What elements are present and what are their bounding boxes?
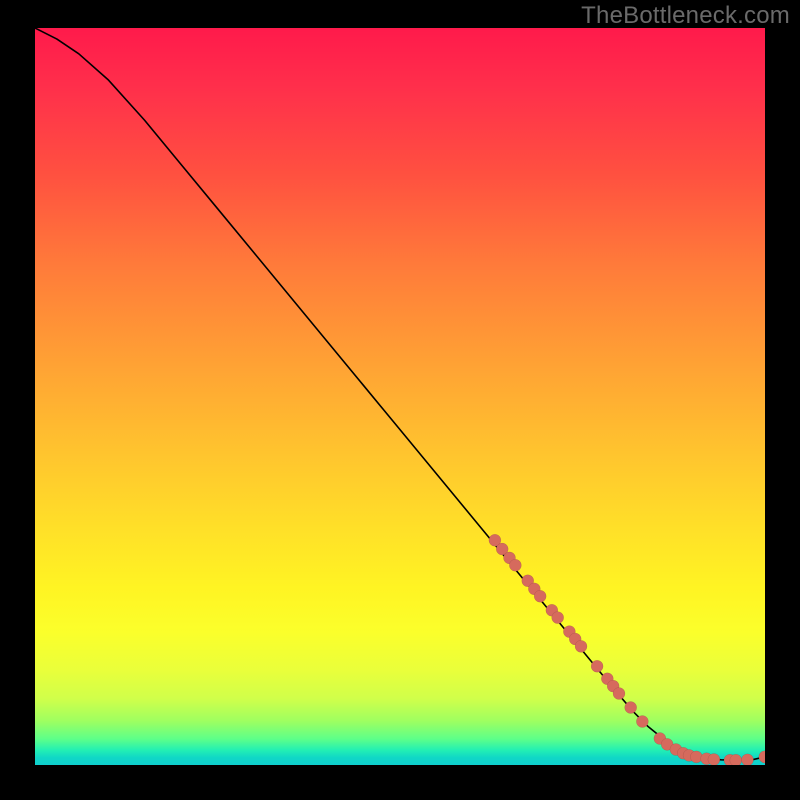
data-dot bbox=[708, 753, 720, 765]
bottleneck-curve-line bbox=[35, 28, 765, 760]
data-dot bbox=[575, 640, 587, 652]
data-dot bbox=[741, 754, 753, 765]
data-dot bbox=[690, 751, 702, 763]
data-dot bbox=[509, 559, 521, 571]
data-dot bbox=[636, 716, 648, 728]
chart-frame: TheBottleneck.com bbox=[0, 0, 800, 800]
watermark-text: TheBottleneck.com bbox=[581, 2, 790, 30]
data-dot bbox=[591, 660, 603, 672]
plot-area bbox=[35, 28, 765, 765]
data-dot bbox=[625, 702, 637, 714]
data-dot bbox=[613, 688, 625, 700]
chart-overlay bbox=[35, 28, 765, 765]
data-dot bbox=[759, 751, 765, 763]
data-dot bbox=[730, 754, 742, 765]
data-dots-group bbox=[489, 534, 765, 765]
data-dot bbox=[552, 612, 564, 624]
data-dot bbox=[534, 590, 546, 602]
